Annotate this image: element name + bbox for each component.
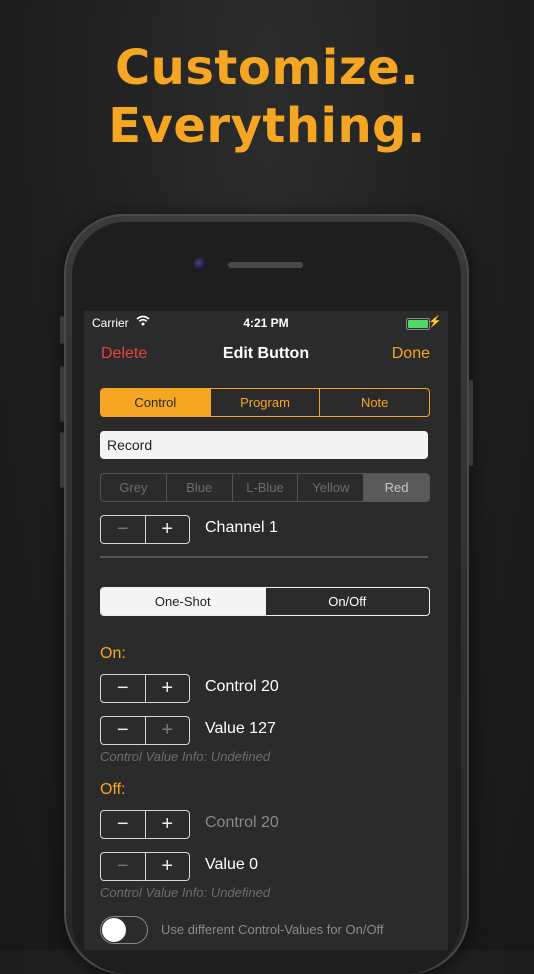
off-section-title: Off:: [100, 781, 126, 798]
off-value-label: Value 0: [205, 856, 259, 873]
earpiece-speaker: [228, 262, 303, 268]
navigation-bar: Delete Edit Button Done: [84, 341, 448, 367]
color-light-blue[interactable]: L-Blue: [231, 474, 298, 501]
on-control-decrement-button[interactable]: −: [101, 675, 145, 702]
off-control-label: Control 20: [205, 814, 279, 831]
on-control-increment-button[interactable]: +: [144, 675, 190, 702]
off-value-stepper: − +: [100, 852, 190, 881]
toggle-knob: [102, 918, 126, 942]
battery-icon: [406, 318, 430, 330]
volume-down-button: [60, 432, 64, 488]
status-time: 4:21 PM: [243, 316, 289, 330]
color-segmented-control: Grey Blue L-Blue Yellow Red: [100, 473, 430, 502]
on-value-increment-button[interactable]: +: [144, 717, 190, 744]
mode-segmented-control: One-Shot On/Off: [100, 587, 430, 616]
off-control-increment-button[interactable]: +: [144, 811, 190, 838]
on-value-stepper: − +: [100, 716, 190, 745]
channel-increment-button[interactable]: +: [144, 516, 190, 543]
on-section-title: On:: [100, 645, 126, 662]
on-value-decrement-button[interactable]: −: [101, 717, 145, 744]
done-button[interactable]: Done: [392, 345, 430, 363]
toggle-label: Use different Control-Values for On/Off: [161, 922, 384, 937]
off-value-decrement-button[interactable]: −: [101, 853, 145, 880]
on-value-label: Value 127: [205, 720, 276, 737]
off-info-text: Control Value Info: Undefined: [100, 885, 271, 900]
message-type-segmented-control: Control Program Note: [100, 388, 430, 417]
status-bar: Carrier 4:21 PM ⚡: [84, 311, 448, 335]
volume-up-button: [60, 366, 64, 422]
tab-note[interactable]: Note: [319, 389, 429, 416]
phone-screen: Carrier 4:21 PM ⚡ Delete Edit Button Don…: [84, 311, 448, 950]
front-camera-icon: [194, 258, 206, 270]
power-button: [469, 380, 473, 466]
color-yellow[interactable]: Yellow: [297, 474, 363, 501]
on-control-stepper: − +: [100, 674, 190, 703]
headline-line-1: Customize.: [114, 40, 420, 96]
mode-on-off[interactable]: On/Off: [264, 588, 430, 615]
different-values-toggle[interactable]: [100, 916, 148, 944]
charging-bolt-icon: ⚡: [428, 316, 442, 328]
on-control-label: Control 20: [205, 678, 279, 695]
channel-label: Channel 1: [205, 519, 278, 536]
mode-one-shot[interactable]: One-Shot: [101, 588, 265, 615]
tab-control[interactable]: Control: [101, 389, 210, 416]
off-control-decrement-button[interactable]: −: [101, 811, 145, 838]
on-info-text: Control Value Info: Undefined: [100, 749, 271, 764]
off-control-stepper: − +: [100, 810, 190, 839]
channel-stepper: − +: [100, 515, 190, 544]
tab-program[interactable]: Program: [209, 389, 320, 416]
mute-switch: [60, 316, 64, 344]
color-red[interactable]: Red: [363, 474, 429, 501]
button-name-field[interactable]: Record: [100, 431, 428, 459]
color-blue[interactable]: Blue: [165, 474, 232, 501]
off-value-increment-button[interactable]: +: [144, 853, 190, 880]
divider: [100, 556, 428, 558]
headline-line-2: Everything.: [108, 98, 426, 154]
color-grey[interactable]: Grey: [101, 474, 166, 501]
channel-decrement-button[interactable]: −: [101, 516, 145, 543]
